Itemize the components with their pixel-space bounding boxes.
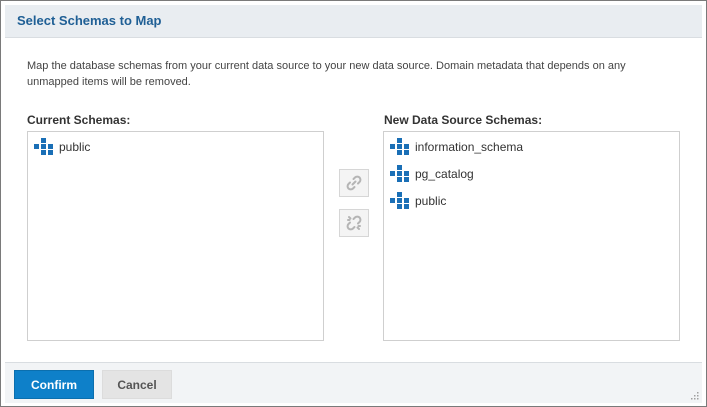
select-schemas-dialog: Select Schemas to Map Map the database s…: [0, 0, 707, 407]
dialog-footer: Confirm Cancel: [5, 362, 702, 403]
dialog-description: Map the database schemas from your curre…: [27, 60, 626, 88]
link-schemas-button[interactable]: [339, 169, 369, 197]
cancel-button[interactable]: Cancel: [102, 370, 172, 399]
current-schemas-label: Current Schemas:: [27, 113, 131, 127]
schema-icon: [390, 164, 409, 182]
new-schema-item-public[interactable]: public: [384, 187, 679, 214]
current-schema-item-public[interactable]: public: [28, 133, 323, 160]
schema-item-label: information_schema: [415, 139, 524, 154]
new-schemas-label: New Data Source Schemas:: [384, 113, 543, 127]
schema-item-label: pg_catalog: [415, 166, 474, 181]
schema-icon: [390, 191, 409, 209]
link-icon: [346, 175, 362, 191]
resize-grip-icon[interactable]: [689, 390, 699, 400]
unlink-icon: [346, 215, 362, 231]
unlink-schemas-button[interactable]: [339, 209, 369, 237]
dialog-title: Select Schemas to Map: [17, 13, 162, 28]
schema-icon: [34, 137, 53, 155]
schema-icon: [390, 137, 409, 155]
schema-item-label: public: [415, 193, 447, 208]
schema-item-label: public: [59, 139, 91, 154]
new-schema-item-information-schema[interactable]: information_schema: [384, 133, 679, 160]
current-schemas-list[interactable]: public: [27, 131, 324, 341]
confirm-button[interactable]: Confirm: [14, 370, 94, 399]
new-schemas-list[interactable]: information_schema pg_catalog public: [383, 131, 680, 341]
new-schema-item-pg-catalog[interactable]: pg_catalog: [384, 160, 679, 187]
dialog-titlebar[interactable]: Select Schemas to Map: [5, 5, 702, 38]
